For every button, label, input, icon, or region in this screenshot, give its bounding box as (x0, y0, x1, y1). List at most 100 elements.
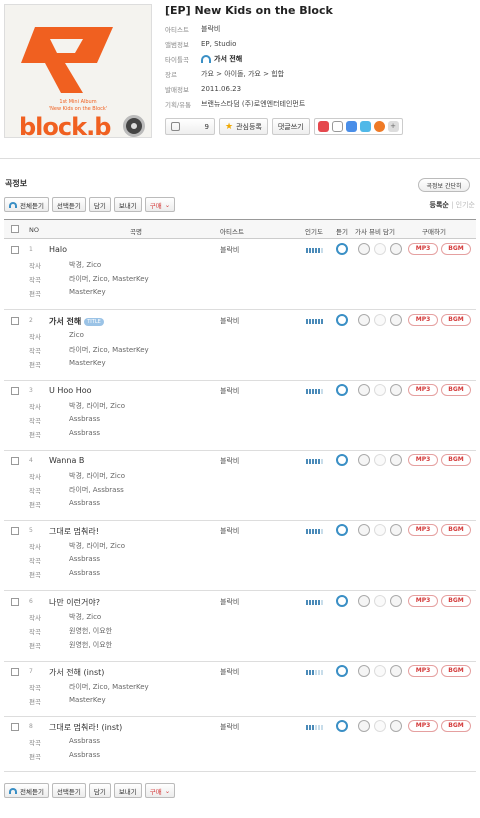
comment-button[interactable]: 댓글쓰기 (271, 118, 310, 135)
mp3-button[interactable]: MP3 (408, 665, 438, 677)
credit-names[interactable]: 라이머, Zico, MasterKey (69, 345, 149, 355)
like-button[interactable]: 9 (165, 118, 215, 135)
bgm-button[interactable]: BGM (441, 595, 471, 607)
track-artist[interactable]: 블락비 (220, 722, 239, 732)
track-title-text[interactable]: 그대로 멈춰라! (49, 526, 99, 537)
track-title-text[interactable]: Halo (49, 245, 67, 254)
track-artist[interactable]: 블락비 (220, 667, 239, 677)
play-icon[interactable] (336, 243, 348, 255)
watch-button[interactable]: ★ 관심등록 (219, 118, 268, 135)
credit-names[interactable]: 박경, 라이머, Zico (69, 541, 125, 551)
mp3-button[interactable]: MP3 (408, 384, 438, 396)
mp3-button[interactable]: MP3 (408, 595, 438, 607)
lyrics-icon[interactable] (358, 595, 370, 607)
credit-names[interactable]: 박경, Zico (69, 612, 101, 622)
track-checkbox[interactable] (11, 246, 19, 254)
track-artist[interactable]: 블락비 (220, 456, 239, 466)
credit-names[interactable]: 라이머, Zico, MasterKey (69, 682, 149, 692)
add-to-playlist-icon[interactable] (390, 384, 402, 396)
add-to-playlist-icon[interactable] (390, 595, 402, 607)
play-icon[interactable] (336, 314, 348, 326)
add-to-playlist-icon[interactable] (390, 314, 402, 326)
info-artist-link[interactable]: 블락비 (201, 24, 220, 34)
track-artist[interactable]: 블락비 (220, 526, 239, 536)
mp3-button[interactable]: MP3 (408, 524, 438, 536)
lyrics-icon[interactable] (358, 314, 370, 326)
track-title-text[interactable]: 가서 전해 (49, 316, 81, 327)
play-icon[interactable] (336, 720, 348, 732)
title-track-link[interactable]: 가서 전해 (201, 54, 242, 64)
credit-names[interactable]: 라이머, Zico, MasterKey (69, 274, 149, 284)
add-to-playlist-icon[interactable] (390, 720, 402, 732)
add-button[interactable]: 담기 (88, 197, 111, 212)
track-title-text[interactable]: Wanna B (49, 456, 84, 465)
track-checkbox[interactable] (11, 723, 19, 731)
buy-dropdown[interactable]: 구매 ⌄ (144, 197, 176, 212)
credit-names[interactable]: 박경, 라이머, Zico (69, 401, 125, 411)
track-checkbox[interactable] (11, 387, 19, 395)
lyrics-icon[interactable] (358, 454, 370, 466)
bgm-button[interactable]: BGM (441, 384, 471, 396)
track-title[interactable]: 그대로 멈춰라! (49, 526, 99, 537)
credit-names[interactable]: Assbrass (69, 415, 100, 425)
track-title-text[interactable]: 그대로 멈춰라! (inst) (49, 722, 122, 733)
track-checkbox[interactable] (11, 668, 19, 676)
track-artist[interactable]: 블락비 (220, 597, 239, 607)
send-button[interactable]: 보내기 (113, 197, 142, 212)
play-icon[interactable] (336, 665, 348, 677)
credit-names[interactable]: 박경, Zico (69, 260, 101, 270)
buy-dropdown[interactable]: 구매 ⌄ (144, 783, 176, 798)
play-selected-button[interactable]: 선택듣기 (51, 783, 86, 798)
credit-names[interactable]: Assbrass (69, 499, 100, 509)
credit-names[interactable]: MasterKey (69, 288, 106, 298)
credit-names[interactable]: 원영헌, 이요한 (69, 626, 112, 636)
bgm-button[interactable]: BGM (441, 454, 471, 466)
credit-names[interactable]: Assbrass (69, 737, 100, 747)
track-title-text[interactable]: 가서 전해 (inst) (49, 667, 104, 678)
lyrics-icon[interactable] (358, 384, 370, 396)
track-artist[interactable]: 블락비 (220, 386, 239, 396)
share-icon-2[interactable] (331, 121, 343, 132)
track-title-text[interactable]: U Hoo Hoo (49, 386, 92, 395)
add-to-playlist-icon[interactable] (390, 524, 402, 536)
brief-view-button[interactable]: 곡정보 간단히 (418, 178, 470, 192)
credit-names[interactable]: 원영헌, 이요한 (69, 640, 112, 650)
credit-names[interactable]: 박경, 라이머, Zico (69, 471, 125, 481)
genre-links[interactable]: 가요 > 아이돌, 가요 > 힙합 (201, 69, 284, 79)
bgm-button[interactable]: BGM (441, 720, 471, 732)
lyrics-icon[interactable] (358, 665, 370, 677)
track-artist[interactable]: 블락비 (220, 316, 239, 326)
sort-popular[interactable]: 인기순 (456, 201, 475, 209)
more-share-icon[interactable]: + (387, 121, 399, 132)
album-cover[interactable]: 1st Mini Album 'New Kids on the Block' b… (4, 4, 152, 138)
play-all-button[interactable]: 전체듣기 (4, 783, 49, 798)
track-checkbox[interactable] (11, 317, 19, 325)
add-to-playlist-icon[interactable] (390, 454, 402, 466)
mp3-button[interactable]: MP3 (408, 720, 438, 732)
credit-names[interactable]: Assbrass (69, 569, 100, 579)
track-title[interactable]: U Hoo Hoo (49, 386, 92, 395)
play-all-button[interactable]: 전체듣기 (4, 197, 49, 212)
track-checkbox[interactable] (11, 457, 19, 465)
facebook-icon[interactable] (345, 121, 357, 132)
bgm-button[interactable]: BGM (441, 524, 471, 536)
track-artist[interactable]: 블락비 (220, 245, 239, 255)
track-title-text[interactable]: 나만 이런거야? (49, 597, 100, 608)
track-title[interactable]: 나만 이런거야? (49, 597, 100, 608)
share-icon-1[interactable] (317, 121, 329, 132)
track-title[interactable]: 가서 전해 TITLE (49, 316, 104, 327)
lyrics-icon[interactable] (358, 720, 370, 732)
bgm-button[interactable]: BGM (441, 665, 471, 677)
play-icon[interactable] (336, 595, 348, 607)
credit-names[interactable]: Assbrass (69, 429, 100, 439)
track-checkbox[interactable] (11, 527, 19, 535)
track-title[interactable]: 가서 전해 (inst) (49, 667, 104, 678)
mp3-button[interactable]: MP3 (408, 454, 438, 466)
play-icon[interactable] (336, 524, 348, 536)
mp3-button[interactable]: MP3 (408, 314, 438, 326)
add-to-playlist-icon[interactable] (390, 243, 402, 255)
credit-names[interactable]: 라이머, Assbrass (69, 485, 124, 495)
track-title[interactable]: Halo (49, 245, 67, 254)
twitter-icon[interactable] (359, 121, 371, 132)
credit-names[interactable]: Zico (69, 331, 84, 341)
